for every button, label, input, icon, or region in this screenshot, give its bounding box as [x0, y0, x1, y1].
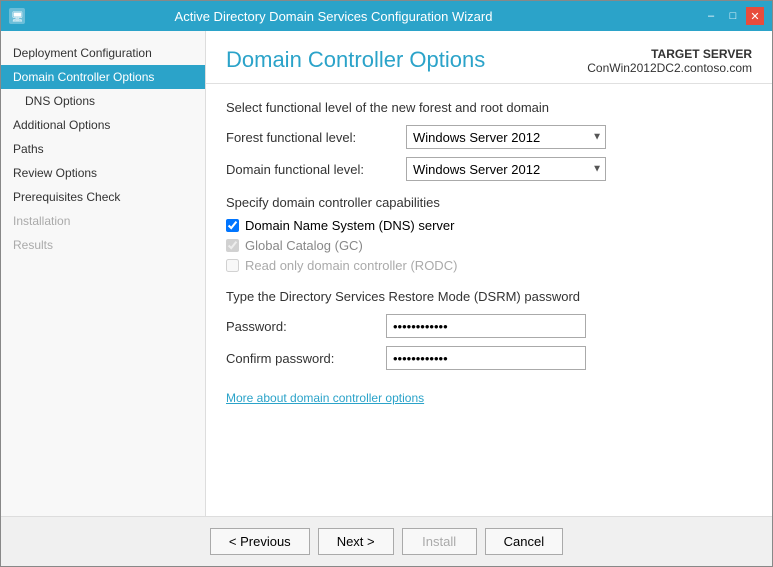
- content-body: Select functional level of the new fores…: [206, 84, 772, 516]
- main-content: Deployment Configuration Domain Controll…: [1, 31, 772, 516]
- titlebar-left: 🖥: [9, 8, 25, 24]
- domain-functional-level-row: Domain functional level: Windows Server …: [226, 157, 752, 181]
- content-panel: Domain Controller Options TARGET SERVER …: [206, 31, 772, 516]
- sidebar-item-dns-options[interactable]: DNS Options: [1, 89, 205, 113]
- gc-checkbox-label: Global Catalog (GC): [245, 238, 363, 253]
- sidebar-item-paths[interactable]: Paths: [1, 137, 205, 161]
- more-link-row: More about domain controller options: [226, 390, 752, 405]
- main-window: 🖥 Active Directory Domain Services Confi…: [0, 0, 773, 567]
- close-button[interactable]: ✕: [746, 7, 764, 25]
- capabilities-section-label: Specify domain controller capabilities: [226, 195, 752, 210]
- next-button[interactable]: Next >: [318, 528, 394, 555]
- dsrm-password-row: Password:: [226, 314, 752, 338]
- target-server-info: TARGET SERVER ConWin2012DC2.contoso.com: [587, 47, 752, 75]
- maximize-button[interactable]: □: [724, 7, 742, 25]
- sidebar-item-prerequisites-check[interactable]: Prerequisites Check: [1, 185, 205, 209]
- target-server-label: TARGET SERVER: [587, 47, 752, 61]
- target-server-value: ConWin2012DC2.contoso.com: [587, 61, 752, 75]
- dns-checkbox-row: Domain Name System (DNS) server: [226, 218, 752, 233]
- dsrm-section-label: Type the Directory Services Restore Mode…: [226, 289, 752, 304]
- cancel-button[interactable]: Cancel: [485, 528, 563, 555]
- rodc-checkbox: [226, 259, 239, 272]
- content-header: Domain Controller Options TARGET SERVER …: [206, 31, 772, 84]
- domain-level-select[interactable]: Windows Server 2012 Windows Server 2008 …: [406, 157, 606, 181]
- dns-checkbox-label[interactable]: Domain Name System (DNS) server: [245, 218, 455, 233]
- rodc-checkbox-row: Read only domain controller (RODC): [226, 258, 752, 273]
- titlebar: 🖥 Active Directory Domain Services Confi…: [1, 1, 772, 31]
- page-title: Domain Controller Options: [226, 47, 485, 73]
- gc-checkbox-row: Global Catalog (GC): [226, 238, 752, 253]
- sidebar-item-results: Results: [1, 233, 205, 257]
- titlebar-icon: 🖥: [9, 8, 25, 24]
- sidebar-item-review-options[interactable]: Review Options: [1, 161, 205, 185]
- dsrm-section: Type the Directory Services Restore Mode…: [226, 289, 752, 370]
- forest-level-select-wrapper: Windows Server 2012 Windows Server 2008 …: [406, 125, 606, 149]
- gc-checkbox: [226, 239, 239, 252]
- functional-levels-section-label: Select functional level of the new fores…: [226, 100, 752, 115]
- install-button[interactable]: Install: [402, 528, 477, 555]
- previous-button[interactable]: < Previous: [210, 528, 310, 555]
- dsrm-confirm-input[interactable]: [386, 346, 586, 370]
- dsrm-password-label: Password:: [226, 319, 386, 334]
- rodc-checkbox-label: Read only domain controller (RODC): [245, 258, 457, 273]
- sidebar-item-additional-options[interactable]: Additional Options: [1, 113, 205, 137]
- footer: < Previous Next > Install Cancel: [1, 516, 772, 566]
- more-about-link[interactable]: More about domain controller options: [226, 391, 424, 405]
- domain-level-label: Domain functional level:: [226, 162, 406, 177]
- sidebar-item-installation: Installation: [1, 209, 205, 233]
- window-controls: – □ ✕: [702, 7, 764, 25]
- window-title: Active Directory Domain Services Configu…: [25, 9, 642, 24]
- forest-level-select[interactable]: Windows Server 2012 Windows Server 2008 …: [406, 125, 606, 149]
- domain-level-select-wrapper: Windows Server 2012 Windows Server 2008 …: [406, 157, 606, 181]
- forest-functional-level-row: Forest functional level: Windows Server …: [226, 125, 752, 149]
- dns-checkbox[interactable]: [226, 219, 239, 232]
- sidebar-item-deployment-configuration[interactable]: Deployment Configuration: [1, 41, 205, 65]
- dsrm-password-input[interactable]: [386, 314, 586, 338]
- forest-level-label: Forest functional level:: [226, 130, 406, 145]
- svg-text:🖥: 🖥: [11, 11, 24, 23]
- sidebar: Deployment Configuration Domain Controll…: [1, 31, 206, 516]
- dsrm-confirm-label: Confirm password:: [226, 351, 386, 366]
- sidebar-item-domain-controller-options[interactable]: Domain Controller Options: [1, 65, 205, 89]
- minimize-button[interactable]: –: [702, 7, 720, 25]
- dsrm-confirm-row: Confirm password:: [226, 346, 752, 370]
- capabilities-section: Specify domain controller capabilities D…: [226, 195, 752, 273]
